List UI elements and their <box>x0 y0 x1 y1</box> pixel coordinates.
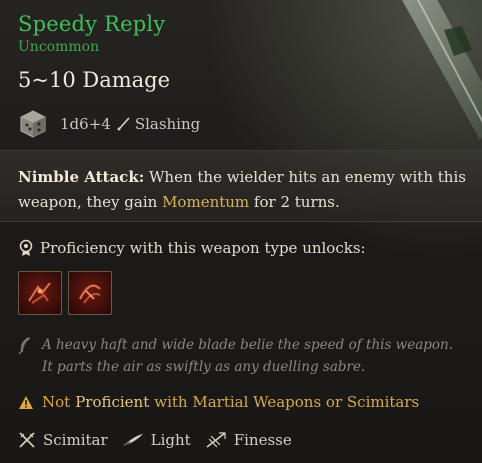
lore-section: A heavy haft and wide blade belie the sp… <box>18 334 468 378</box>
slashing-icon <box>116 117 130 131</box>
damage-range: 5~10 Damage <box>18 68 171 92</box>
finesse-icon <box>206 432 226 448</box>
lacerate-icon <box>28 282 51 304</box>
proficiency-icon <box>19 239 33 256</box>
crossed-swords-icon <box>19 432 35 448</box>
property-label: Finesse <box>233 431 292 449</box>
skill-icon-2[interactable] <box>68 271 112 315</box>
warning-proficient-link[interactable]: Proficient <box>75 393 149 411</box>
passive-text-after: for 2 turns. <box>249 193 340 211</box>
passive-keyword: Nimble Attack: <box>18 168 145 186</box>
property-label: Scimitar <box>43 431 108 449</box>
feather-icon <box>122 434 143 448</box>
property-scimitar[interactable]: Scimitar <box>18 431 108 449</box>
weapon-properties: Scimitar Light Finesse <box>18 431 306 449</box>
skill-icon-1[interactable] <box>18 271 62 315</box>
slash-icon <box>79 284 101 304</box>
warning-weapon-types: with Martial Weapons or Scimitars <box>154 393 420 411</box>
momentum-link[interactable]: Momentum <box>162 193 249 211</box>
weapon-art <box>402 0 482 140</box>
item-tooltip: Speedy Reply Uncommon 5~10 Damage 1d6+4 … <box>0 0 482 463</box>
proficiency-header: Proficiency with this weapon type unlock… <box>18 239 366 257</box>
property-finesse[interactable]: Finesse <box>205 431 292 449</box>
proficiency-warning: Not Proficient with Martial Weapons or S… <box>18 393 419 411</box>
proficiency-label: Proficiency with this weapon type unlock… <box>40 239 366 257</box>
passive-description-box: Nimble Attack: When the wielder hits an … <box>0 150 482 222</box>
property-light[interactable]: Light <box>122 431 191 449</box>
dice-formula: 1d6+4 <box>60 115 111 133</box>
passive-description: Nimble Attack: When the wielder hits an … <box>18 165 468 215</box>
quill-icon <box>18 337 30 354</box>
dice-icon <box>20 110 46 138</box>
warning-not: Not <box>42 393 71 411</box>
item-name: Speedy Reply <box>18 12 166 36</box>
proficiency-skills <box>18 271 112 315</box>
property-label: Light <box>150 431 191 449</box>
lore-text: A heavy haft and wide blade belie the sp… <box>42 337 454 375</box>
damage-dice-row: 1d6+4 Slashing <box>18 108 200 140</box>
damage-type: Slashing <box>134 115 201 133</box>
item-rarity: Uncommon <box>18 39 100 55</box>
warning-icon <box>19 395 33 409</box>
